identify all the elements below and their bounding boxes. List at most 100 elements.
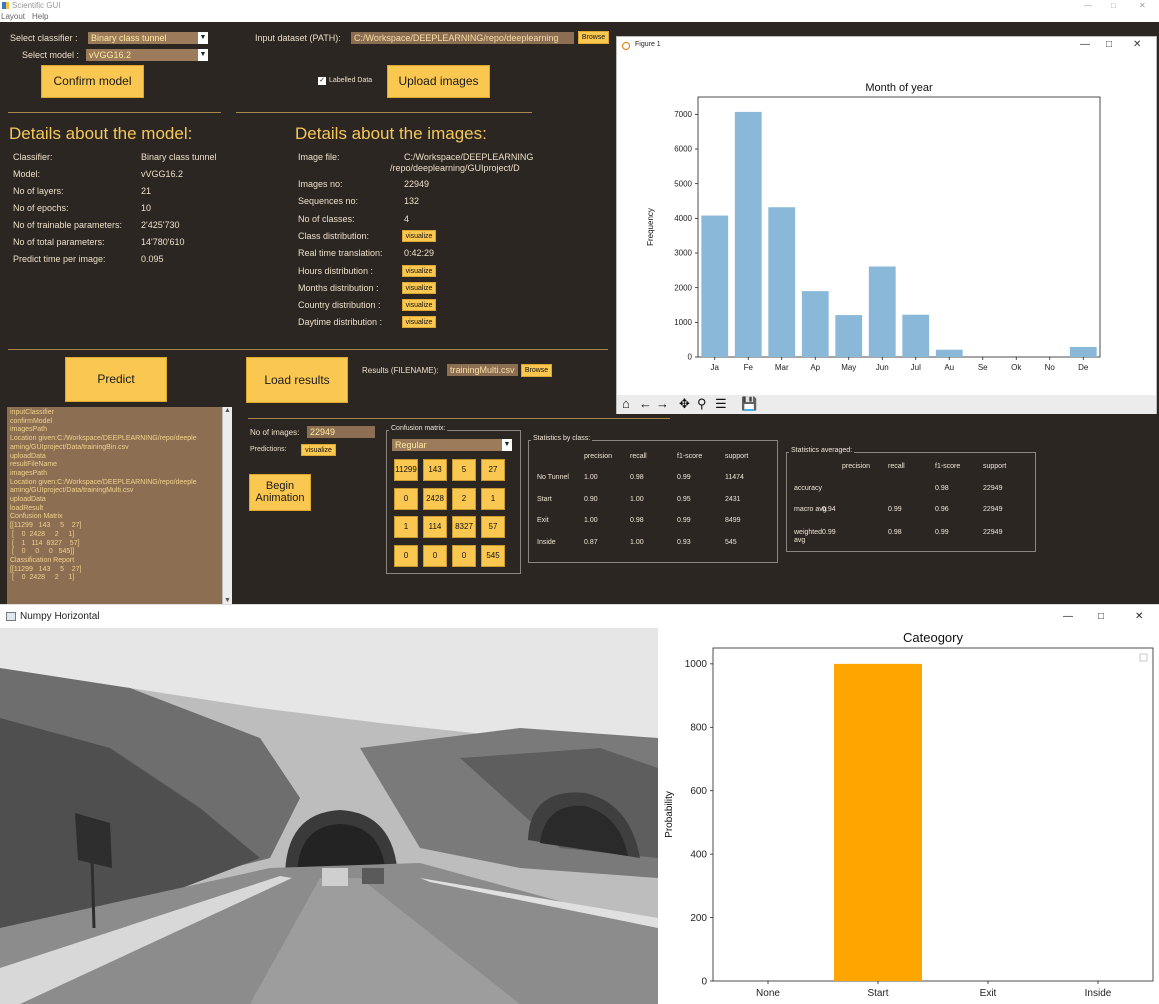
home-icon[interactable]: ⌂ xyxy=(622,396,630,411)
stats-by-class-title: Statistics by class: xyxy=(531,435,593,442)
y-tick-label: 800 xyxy=(690,723,707,734)
pan-icon[interactable]: ✥ xyxy=(679,396,690,412)
begin-animation-label-line1: Begin xyxy=(265,480,295,492)
zoom-icon[interactable]: ⚲ xyxy=(697,396,707,412)
begin-animation-label-line2: Animation xyxy=(255,492,305,504)
console-scrollbar[interactable]: ▲ ▼ xyxy=(222,407,232,604)
confusion-matrix-title: Confusion matrix: xyxy=(389,425,448,432)
x-tick-label: De xyxy=(1078,363,1089,372)
predict-button[interactable]: Predict xyxy=(65,357,167,402)
forward-arrow-icon[interactable]: → xyxy=(656,396,669,411)
visualize-button[interactable]: visualize xyxy=(402,264,436,277)
bar xyxy=(768,207,796,357)
menu-bar: Layout Help xyxy=(0,12,1159,22)
model-details-heading: Details about the model: xyxy=(9,124,193,143)
class-stats-value: 0.87 xyxy=(584,538,598,546)
classifier-dropdown-icon[interactable]: ▼ xyxy=(198,32,208,44)
visualize-button[interactable]: visualize xyxy=(402,229,436,242)
results-filename-input[interactable]: trainingMulti.csv xyxy=(447,364,518,376)
save-icon[interactable]: 💾 xyxy=(741,396,757,412)
x-tick-label: Au xyxy=(944,363,954,372)
dataset-browse-button[interactable]: Browse xyxy=(578,31,609,44)
confusion-cell: 0 xyxy=(452,544,476,567)
model-detail-key: No of trainable parameters: xyxy=(13,220,123,230)
y-tick-label: 0 xyxy=(701,976,707,987)
confusion-cell: 27 xyxy=(481,459,505,481)
image-file-value-line1: C:/Workspace/DEEPLEARNING xyxy=(404,152,534,162)
close-icon[interactable]: ✕ xyxy=(1139,0,1146,12)
x-tick-label: Jun xyxy=(876,363,889,372)
menu-item-help[interactable]: Help xyxy=(32,12,48,22)
model-dropdown-icon[interactable]: ▼ xyxy=(198,49,208,61)
confusion-cell: 545 xyxy=(481,544,505,567)
class-stats-value: 1.00 xyxy=(584,517,598,524)
class-stats-value: 0.93 xyxy=(677,538,691,546)
classifier-select[interactable]: Binary class tunnel xyxy=(88,32,198,44)
figure-minimize-icon[interactable]: — xyxy=(1080,39,1090,50)
x-tick-label: Inside xyxy=(1085,988,1112,999)
model-detail-key: Classifier: xyxy=(13,152,53,162)
confusion-mode-dropdown-icon[interactable]: ▼ xyxy=(502,439,512,451)
dataset-path-input[interactable]: C:/Workspace/DEEPLEARNING/repo/deeplearn… xyxy=(351,32,574,44)
numpy-window-titlebar: Numpy Horizontal — □ ✕ xyxy=(0,604,1159,628)
x-tick-label: Jul xyxy=(911,363,921,372)
avg-stats-value: 0.99 xyxy=(822,529,836,536)
y-tick-label: 7000 xyxy=(674,110,692,119)
avg-stats-value: 22949 xyxy=(983,506,1003,513)
image-detail-key: Daytime distribution : xyxy=(298,317,383,328)
class-stats-value: 0.98 xyxy=(630,517,644,524)
figure-toolbar: ⌂ ← → ✥ ⚲ ☰ 💾 xyxy=(617,395,1156,414)
numpy-minimize-icon[interactable]: — xyxy=(1063,605,1073,629)
stats-averaged-title: Statistics averaged: xyxy=(789,447,855,454)
bar xyxy=(1069,346,1097,357)
results-filename-label: Results (FILENAME): xyxy=(362,366,439,375)
load-results-button[interactable]: Load results xyxy=(246,357,348,403)
numpy-maximize-icon[interactable]: □ xyxy=(1098,605,1104,629)
predictions-visualize-button[interactable]: visualize xyxy=(301,444,336,456)
x-tick-label: Ap xyxy=(810,363,820,372)
back-arrow-icon[interactable]: ← xyxy=(639,396,652,411)
numpy-window-icon xyxy=(6,612,16,621)
y-tick-label: 1000 xyxy=(685,659,708,670)
model-select[interactable]: vVGG16.2 xyxy=(86,49,198,61)
y-axis-label: Frequency xyxy=(646,208,655,246)
class-stats-value: 0.95 xyxy=(677,495,691,503)
model-detail-value: Binary class tunnel xyxy=(141,152,217,162)
labelled-data-checkbox[interactable]: ✓ xyxy=(318,77,326,85)
y-tick-label: 0 xyxy=(688,353,693,362)
bar xyxy=(935,349,963,357)
visualize-button[interactable]: visualize xyxy=(402,316,436,329)
scroll-down-icon[interactable]: ▼ xyxy=(224,597,231,604)
confusion-mode-select[interactable]: Regular xyxy=(392,439,502,451)
image-detail-key: No of classes: xyxy=(298,213,355,224)
avg-stats-value: 0.99 xyxy=(888,506,902,513)
figure-maximize-icon[interactable]: □ xyxy=(1106,39,1112,50)
upload-images-button[interactable]: Upload images xyxy=(387,65,490,98)
predictions-label: Predictions: xyxy=(250,446,287,453)
maximize-icon[interactable]: □ xyxy=(1111,0,1116,12)
log-console[interactable]: inputClassifier confirmModel imagesPath … xyxy=(7,407,222,604)
class-stats-value: 0.90 xyxy=(584,495,598,503)
chart-title: Month of year xyxy=(865,82,933,94)
scroll-up-icon[interactable]: ▲ xyxy=(224,407,231,414)
category-bar-chart: None Start Exit Inside 0 200 400 600 800 1000 Cate… xyxy=(664,630,1154,999)
menu-item-layout[interactable]: Layout xyxy=(1,12,25,22)
model-detail-value: 0.095 xyxy=(141,254,164,264)
configure-subplots-icon[interactable]: ☰ xyxy=(715,396,727,412)
visualize-button[interactable]: visualize xyxy=(402,299,436,312)
confirm-model-button[interactable]: Confirm model xyxy=(41,65,144,98)
begin-animation-button[interactable]: Begin Animation xyxy=(249,474,311,511)
bar xyxy=(868,266,896,357)
numpy-close-icon[interactable]: ✕ xyxy=(1135,605,1143,629)
numpy-window-title: Numpy Horizontal xyxy=(20,611,100,622)
image-detail-value: 22949 xyxy=(404,179,430,189)
minimize-icon[interactable]: — xyxy=(1084,0,1092,12)
figure1-title: Figure 1 xyxy=(635,41,661,48)
results-browse-button[interactable]: Browse xyxy=(521,364,552,377)
class-stats-value: 1.00 xyxy=(630,495,644,503)
y-tick-label: 5000 xyxy=(674,179,692,188)
visualize-button[interactable]: visualize xyxy=(402,281,436,294)
model-detail-key: No of total parameters: xyxy=(13,237,105,247)
figure-close-icon[interactable]: ✕ xyxy=(1133,39,1141,50)
app-title: Scientific GUI xyxy=(12,1,61,10)
